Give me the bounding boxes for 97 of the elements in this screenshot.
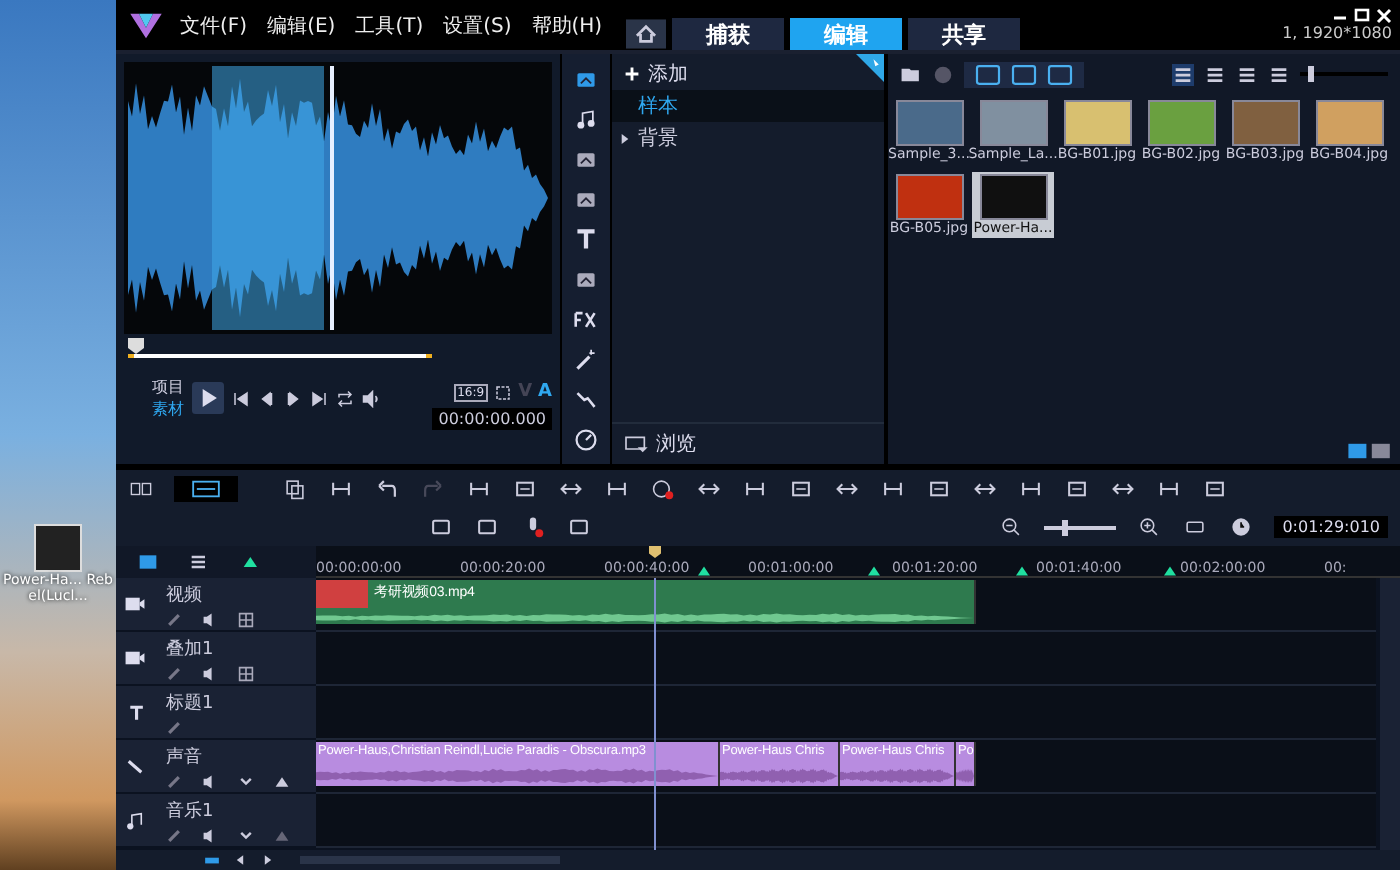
zoom-out-icon[interactable] <box>998 514 1025 540</box>
clock-icon <box>1228 514 1255 540</box>
folder-label[interactable]: 样本 <box>638 92 678 120</box>
path-icon[interactable] <box>572 386 600 414</box>
music-note-icon <box>124 810 146 830</box>
menu-item[interactable]: 文件(F) <box>180 11 248 39</box>
folder-item[interactable]: 样本 <box>612 90 884 122</box>
speaker-icon[interactable] <box>202 611 218 627</box>
expand-arrow-icon[interactable] <box>620 131 630 145</box>
zoom-fit-icon[interactable] <box>494 383 513 401</box>
menu-item[interactable]: 工具(T) <box>355 11 424 39</box>
skip-start-icon[interactable] <box>232 389 250 407</box>
file-icon[interactable] <box>34 524 82 572</box>
track-name: 标题1 <box>166 691 214 715</box>
plus-icon <box>624 66 640 82</box>
undo-icon[interactable] <box>374 476 400 502</box>
folder-label[interactable]: 背景 <box>638 124 678 152</box>
menu-item[interactable]: 帮助(H) <box>531 11 603 39</box>
camera-icon <box>124 648 146 668</box>
pencil-icon[interactable] <box>166 665 182 681</box>
image-filter-icon[interactable] <box>1008 63 1040 85</box>
track-name: 音乐1 <box>166 799 216 823</box>
slider-thumb[interactable] <box>1308 66 1315 82</box>
play-button[interactable] <box>192 382 224 414</box>
timecode-field[interactable]: 00:00:00.000 <box>432 408 552 430</box>
sort-icon[interactable] <box>1268 63 1290 85</box>
timecode-field[interactable]: 0:01:29:010 <box>1274 516 1388 538</box>
vertical-scrollbar[interactable] <box>1380 578 1400 850</box>
photo-placeholder <box>1063 100 1131 146</box>
fx-icon[interactable] <box>572 306 600 334</box>
photo-placeholder <box>316 580 368 608</box>
window-controls-icon[interactable] <box>1332 8 1392 24</box>
photo-placeholder <box>1231 100 1299 146</box>
menu-item[interactable]: 编辑(E) <box>267 11 336 39</box>
photo-placeholder <box>979 100 1047 146</box>
audio-filter-icon[interactable] <box>1044 63 1076 85</box>
track-name: 声音 <box>166 745 204 769</box>
scroll-right-icon[interactable] <box>260 852 276 868</box>
add-button[interactable]: 添加 <box>612 54 700 94</box>
folder-item[interactable]: 背景 <box>612 122 884 154</box>
logo-icon <box>128 11 164 39</box>
browse-label[interactable]: 浏览 <box>656 430 696 458</box>
photo-placeholder <box>895 100 963 146</box>
copy-icon[interactable] <box>282 476 308 502</box>
track-manager-icon[interactable] <box>136 552 160 572</box>
record-disc-icon[interactable] <box>932 63 954 85</box>
video-filter-icon[interactable] <box>972 63 1004 85</box>
track-name: 视频 <box>166 583 204 607</box>
photo-placeholder <box>1147 100 1215 146</box>
resolution-label: 1, 1920*1080 <box>1282 24 1392 42</box>
menu-item[interactable]: 设置(S) <box>443 11 512 39</box>
pencil-icon[interactable] <box>166 719 182 735</box>
pencil-icon[interactable] <box>166 773 182 789</box>
title-t-icon[interactable] <box>572 226 600 254</box>
volume-icon[interactable] <box>362 389 380 407</box>
triangle-up-icon[interactable] <box>274 773 290 789</box>
title-t-icon <box>124 702 146 722</box>
scroll-left-icon[interactable] <box>232 852 248 868</box>
view-toggle-icon[interactable] <box>1348 442 1392 460</box>
pin-icon[interactable] <box>856 54 884 82</box>
photo-placeholder <box>895 174 963 220</box>
speaker-icon[interactable] <box>202 773 218 789</box>
photo-placeholder <box>1315 100 1383 146</box>
camera-icon <box>124 594 146 614</box>
slider-thumb[interactable] <box>1062 519 1069 535</box>
home-icon[interactable] <box>626 18 667 50</box>
record-icon[interactable] <box>650 476 676 502</box>
frame-icon[interactable] <box>512 476 538 502</box>
step-forward-icon[interactable] <box>284 389 302 407</box>
track-toggle[interactable]: A <box>538 382 552 402</box>
tab[interactable]: 共享 <box>908 18 1021 50</box>
mode-toggle[interactable]: 素材 <box>152 398 184 420</box>
grid-view-icon[interactable] <box>1236 63 1258 85</box>
zoom-in-icon[interactable] <box>1136 514 1163 540</box>
screen-icon[interactable] <box>474 514 500 540</box>
speaker-icon[interactable] <box>202 665 218 681</box>
repeat-icon[interactable] <box>336 389 354 407</box>
magic-wand-icon[interactable] <box>572 346 600 374</box>
import-folder-icon[interactable] <box>900 63 922 85</box>
step-back-icon[interactable] <box>258 389 276 407</box>
list-view-icon[interactable] <box>1204 63 1226 85</box>
speaker-icon[interactable] <box>202 827 218 843</box>
music-note-icon[interactable] <box>572 106 600 134</box>
mode-toggle[interactable]: 项目 <box>152 376 184 398</box>
timeline-view-icon[interactable] <box>174 476 238 502</box>
skip-end-icon[interactable] <box>310 389 328 407</box>
thumbnail-view-icon[interactable] <box>1172 63 1194 85</box>
pencil-icon[interactable] <box>166 827 182 843</box>
photo-placeholder <box>979 174 1047 220</box>
speedometer-icon[interactable] <box>572 426 600 454</box>
tab[interactable]: 捕获 <box>672 18 785 50</box>
track-name: 叠加1 <box>166 637 216 661</box>
chevron-down-icon[interactable] <box>238 827 254 843</box>
pencil-icon[interactable] <box>166 611 182 627</box>
chevron-down-icon[interactable] <box>238 773 254 789</box>
trim-bar[interactable] <box>128 338 432 362</box>
folder-icon <box>624 434 648 454</box>
